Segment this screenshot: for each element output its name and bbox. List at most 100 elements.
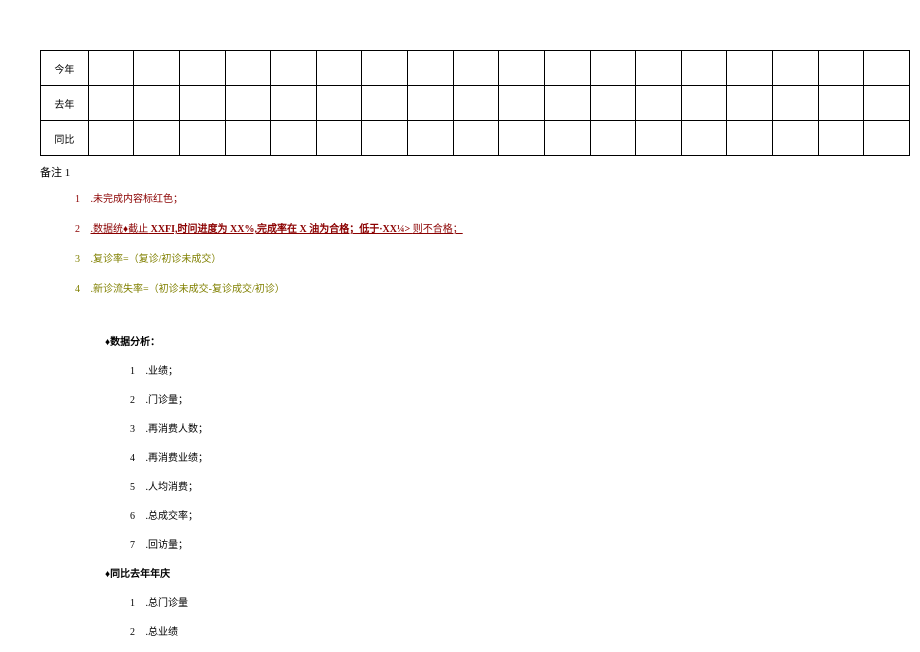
table-cell bbox=[864, 86, 910, 121]
table-cell bbox=[271, 51, 317, 86]
item-text: .总业绩 bbox=[146, 627, 179, 638]
table-row: 今年 bbox=[41, 51, 910, 86]
table-cell bbox=[590, 121, 636, 156]
table-cell bbox=[362, 86, 408, 121]
notes-list: 1 .未完成内容标红色； 2 .数据统♦截止 XXFI,时问进度为 XX%,完成… bbox=[75, 192, 920, 298]
comparison-title: ♦同比去年年庆 bbox=[105, 565, 920, 580]
list-item: 5 .人均消费； bbox=[130, 478, 920, 493]
table-cell bbox=[636, 51, 682, 86]
item-num: 4 bbox=[130, 453, 135, 464]
note-item: 4 .新诊流失率=（初诊未成交-复诊成交/初诊） bbox=[75, 282, 920, 298]
table-cell bbox=[727, 51, 773, 86]
note-text: .未完成内容标红色； bbox=[91, 194, 184, 205]
table-cell bbox=[864, 51, 910, 86]
analysis-list: 1 .业绩； 2 .门诊量； 3 .再消费人数； 4 .再消费业绩； 5 .人均… bbox=[130, 362, 920, 551]
notes-section: 备注 1 1 .未完成内容标红色； 2 .数据统♦截止 XXFI,时问进度为 X… bbox=[40, 164, 920, 298]
table-cell bbox=[499, 86, 545, 121]
item-text: .回访量； bbox=[146, 540, 189, 551]
list-item: 6 .总成交率； bbox=[130, 507, 920, 522]
list-item: 3 .再消费人数； bbox=[130, 420, 920, 435]
row-label-lastyear: 去年 bbox=[41, 86, 89, 121]
note-prefix: .数据统♦截止 bbox=[91, 224, 149, 235]
table-cell bbox=[179, 121, 225, 156]
item-text: .总成交率； bbox=[146, 511, 199, 522]
list-item: 1 .总门诊量 bbox=[130, 594, 920, 609]
table-cell bbox=[408, 121, 454, 156]
table-cell bbox=[134, 121, 180, 156]
table-cell bbox=[134, 86, 180, 121]
item-text: .总门诊量 bbox=[146, 598, 189, 609]
note-num: 1 bbox=[75, 192, 80, 208]
item-text: .再消费业绩； bbox=[146, 453, 209, 464]
table-cell bbox=[408, 51, 454, 86]
item-text: .业绩； bbox=[146, 366, 179, 377]
table-cell bbox=[818, 51, 864, 86]
item-num: 6 bbox=[130, 511, 135, 522]
table-cell bbox=[453, 121, 499, 156]
list-item: 2 .门诊量； bbox=[130, 391, 920, 406]
table-cell bbox=[225, 51, 271, 86]
notes-title: 备注 1 bbox=[40, 164, 920, 180]
item-text: .人均消费； bbox=[146, 482, 199, 493]
table-cell bbox=[727, 86, 773, 121]
table-cell bbox=[544, 121, 590, 156]
table-cell bbox=[225, 121, 271, 156]
table-cell bbox=[773, 51, 819, 86]
table-cell bbox=[179, 51, 225, 86]
table-cell bbox=[453, 51, 499, 86]
note-num: 3 bbox=[75, 252, 80, 268]
note-text: .复诊率=（复诊/初诊未成交） bbox=[91, 254, 222, 265]
table-row: 同比 bbox=[41, 121, 910, 156]
item-num: 2 bbox=[130, 395, 135, 406]
table-cell bbox=[88, 51, 134, 86]
table-cell bbox=[453, 86, 499, 121]
list-item: 7 .回访量； bbox=[130, 536, 920, 551]
item-text: .门诊量； bbox=[146, 395, 189, 406]
note-num: 2 bbox=[75, 222, 80, 238]
table-cell bbox=[636, 121, 682, 156]
table-cell bbox=[544, 51, 590, 86]
table-cell bbox=[271, 121, 317, 156]
list-item: 2 .总业绩 bbox=[130, 623, 920, 638]
table-cell bbox=[179, 86, 225, 121]
table-cell bbox=[316, 86, 362, 121]
table-cell bbox=[864, 121, 910, 156]
comparison-list: 1 .总门诊量 2 .总业绩 bbox=[130, 594, 920, 638]
table-cell bbox=[408, 86, 454, 121]
table-cell bbox=[88, 121, 134, 156]
table-cell bbox=[134, 51, 180, 86]
item-num: 2 bbox=[130, 627, 135, 638]
table-cell bbox=[773, 121, 819, 156]
item-num: 1 bbox=[130, 366, 135, 377]
note-item: 3 .复诊率=（复诊/初诊未成交） bbox=[75, 252, 920, 268]
table-cell bbox=[88, 86, 134, 121]
table-cell bbox=[316, 51, 362, 86]
item-text: .再消费人数； bbox=[146, 424, 209, 435]
row-label-thisyear: 今年 bbox=[41, 51, 89, 86]
data-table: 今年 去年 bbox=[40, 50, 910, 156]
table-cell bbox=[362, 121, 408, 156]
note-suffix: 则不合格； bbox=[413, 224, 463, 235]
list-item: 4 .再消费业绩； bbox=[130, 449, 920, 464]
note-num: 4 bbox=[75, 282, 80, 298]
table-cell bbox=[818, 121, 864, 156]
table-cell bbox=[681, 86, 727, 121]
table-cell bbox=[499, 121, 545, 156]
table-cell bbox=[362, 51, 408, 86]
analysis-section: ♦数据分析： 1 .业绩； 2 .门诊量； 3 .再消费人数； 4 .再消费业绩… bbox=[105, 333, 920, 638]
analysis-title: ♦数据分析： bbox=[105, 333, 920, 348]
table-cell bbox=[225, 86, 271, 121]
note-mid: XXFI,时问进度为 XX%,完成率在 X 油为合格；低于·XX¼> bbox=[148, 224, 413, 235]
table-cell bbox=[316, 121, 362, 156]
table-cell bbox=[681, 121, 727, 156]
list-item: 1 .业绩； bbox=[130, 362, 920, 377]
table-cell bbox=[727, 121, 773, 156]
note-item: 2 .数据统♦截止 XXFI,时问进度为 XX%,完成率在 X 油为合格；低于·… bbox=[75, 222, 920, 238]
row-label-compare: 同比 bbox=[41, 121, 89, 156]
table-cell bbox=[590, 86, 636, 121]
table-cell bbox=[544, 86, 590, 121]
table-cell bbox=[681, 51, 727, 86]
table-row: 去年 bbox=[41, 86, 910, 121]
note-text: .新诊流失率=（初诊未成交-复诊成交/初诊） bbox=[91, 284, 285, 295]
table-cell bbox=[818, 86, 864, 121]
